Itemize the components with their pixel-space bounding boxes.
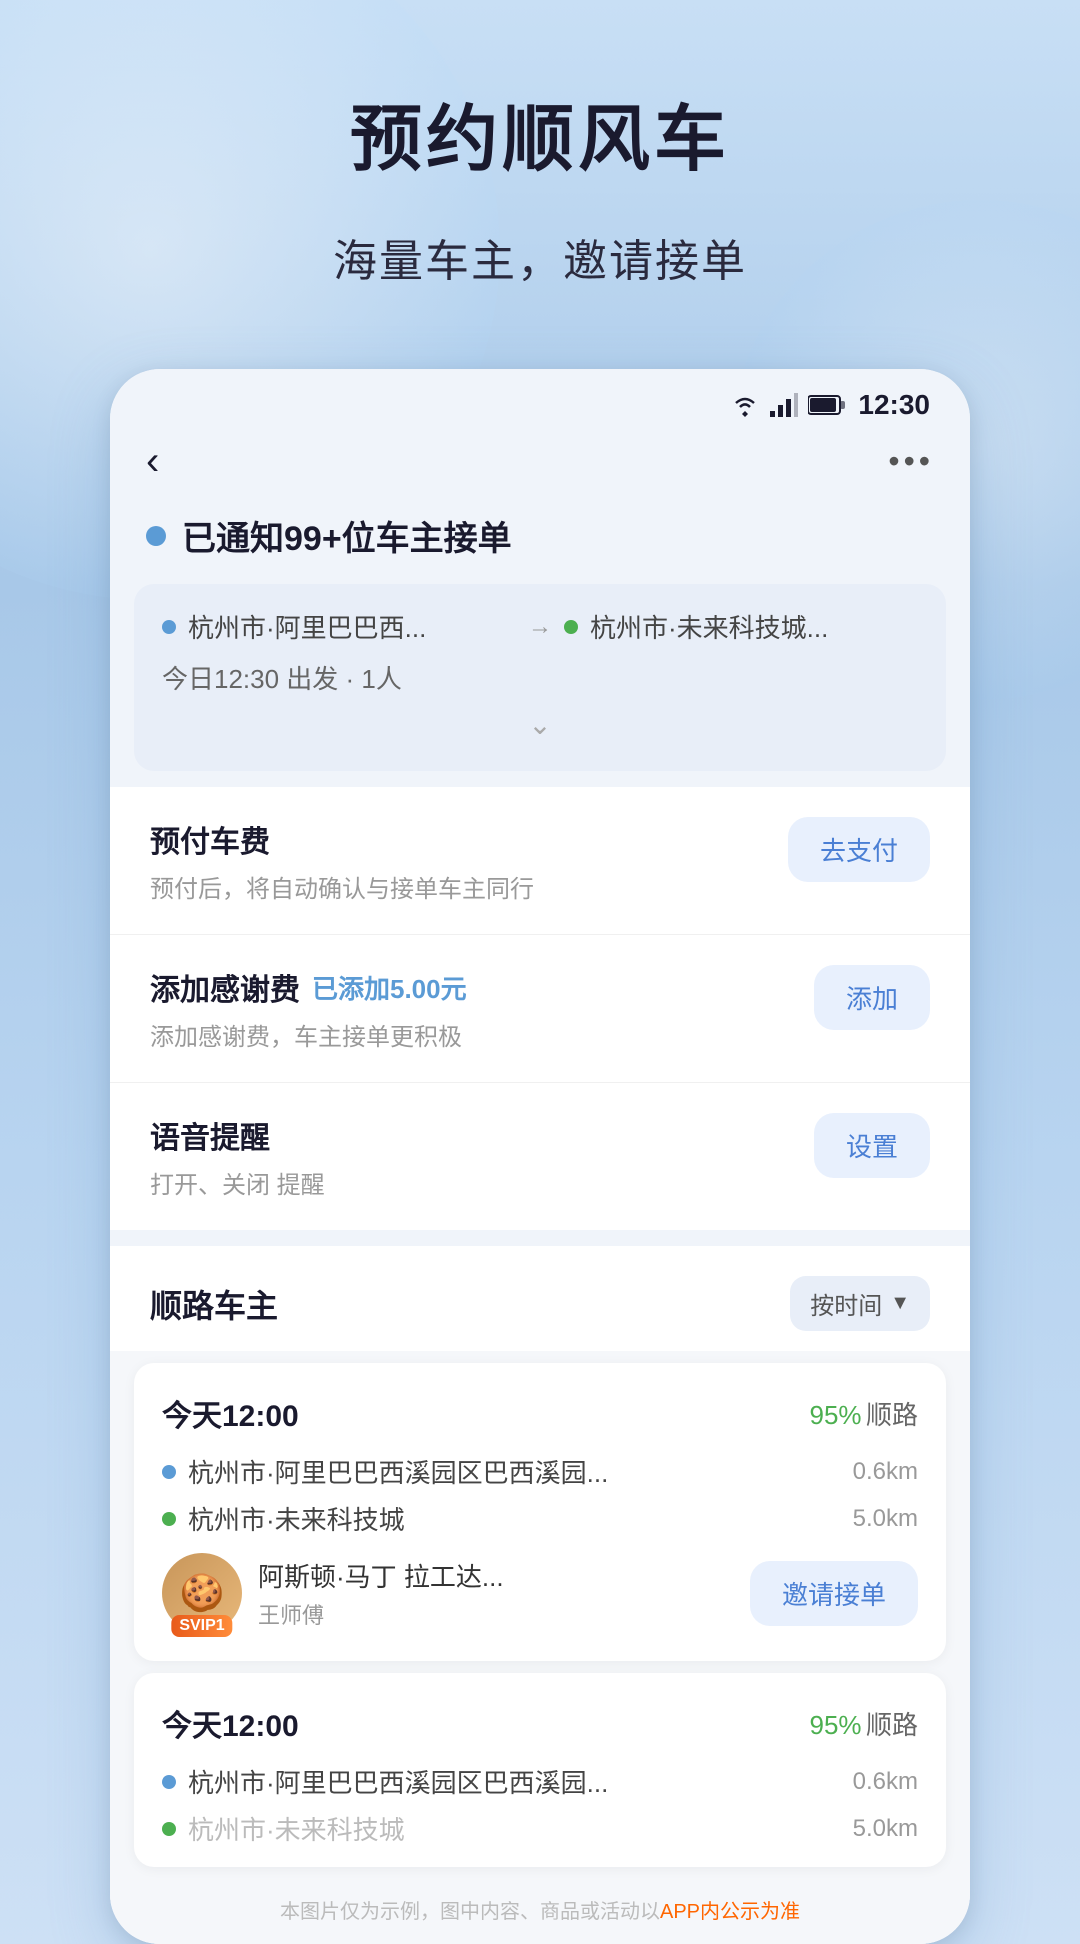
- invite-button-1[interactable]: 邀请接单: [750, 1561, 918, 1626]
- page-header: 预约顺风车 海量车主，邀请接单: [333, 80, 747, 289]
- driver-1-name: 阿斯顿·马丁 拉工达...: [258, 1557, 504, 1594]
- driver-2-pct: 95%: [809, 1710, 861, 1740]
- driver-1-info-row: 🍪 SVIP1 阿斯顿·马丁 拉工达... 王师傅 邀请接单: [162, 1553, 918, 1633]
- route-departure-info: 今日12:30 出发 · 1人: [162, 659, 402, 696]
- driver-2-to: 杭州市·未来科技城: [188, 1810, 841, 1847]
- drivers-section: 顺路车主 按时间 ▼ 今天12:00 95% 顺路 杭州市·阿里巴巴西溪园区巴西…: [110, 1246, 970, 1944]
- driver-2-from: 杭州市·阿里巴巴西溪园区巴西溪园...: [188, 1763, 841, 1800]
- voice-button[interactable]: 设置: [814, 1113, 930, 1178]
- prepay-left: 预付车费 预付后，将自动确认与接单车主同行: [150, 817, 788, 904]
- content-area: 预付车费 预付后，将自动确认与接单车主同行 去支付 添加感谢费 已添加5.00元…: [110, 787, 970, 1230]
- driver-2-to-row: 杭州市·未来科技城 5.0km: [162, 1810, 918, 1847]
- voice-row: 语音提醒 打开、关闭 提醒 设置: [110, 1083, 970, 1230]
- status-icons: [730, 393, 846, 417]
- prepay-subtitle: 预付后，将自动确认与接单车主同行: [150, 869, 788, 904]
- sort-label: 按时间: [810, 1286, 882, 1321]
- driver-1-from: 杭州市·阿里巴巴西溪园区巴西溪园...: [188, 1453, 841, 1490]
- driver-2-to-distance: 5.0km: [853, 1815, 918, 1843]
- driver-card-2-header: 今天12:00 95% 顺路: [162, 1701, 918, 1745]
- status-bar: 12:30: [110, 369, 970, 431]
- tip-added-text: 已添加5.00元: [312, 969, 467, 1006]
- drivers-header: 顺路车主 按时间 ▼: [110, 1246, 970, 1351]
- route-info-row: 今日12:30 出发 · 1人: [162, 659, 918, 696]
- signal-icon: [770, 393, 798, 417]
- prepay-title: 预付车费: [150, 817, 788, 861]
- driver-2-to-dot: [162, 1822, 176, 1836]
- driver-1-svip-badge: SVIP1: [171, 1615, 232, 1637]
- notify-dot: [146, 526, 166, 546]
- route-card: 杭州市·阿里巴巴西... → 杭州市·未来科技城... 今日12:30 出发 ·…: [134, 584, 946, 771]
- voice-subtitle: 打开、关闭 提醒: [150, 1165, 814, 1200]
- driver-1-from-distance: 0.6km: [853, 1458, 918, 1486]
- driver-1-name-area: 阿斯顿·马丁 拉工达... 王师傅: [258, 1557, 504, 1630]
- route-expand[interactable]: ⌄: [162, 708, 918, 741]
- tip-row: 添加感谢费 已添加5.00元 添加感谢费，车主接单更积极 添加: [110, 935, 970, 1083]
- driver-1-to-row: 杭州市·未来科技城 5.0km: [162, 1500, 918, 1537]
- page-title: 预约顺风车: [333, 80, 747, 185]
- route-to-location: 杭州市·未来科技城...: [590, 608, 918, 645]
- driver-2-from-distance: 0.6km: [853, 1768, 918, 1796]
- voice-left: 语音提醒 打开、关闭 提醒: [150, 1113, 814, 1200]
- tip-title: 添加感谢费 已添加5.00元: [150, 965, 814, 1009]
- footer-disclaimer: 本图片仅为示例，图中内容、商品或活动以APP内公示为准: [110, 1879, 970, 1944]
- driver-2-from-row: 杭州市·阿里巴巴西溪园区巴西溪园... 0.6km: [162, 1763, 918, 1800]
- sort-arrow-icon: ▼: [890, 1292, 910, 1315]
- voice-title: 语音提醒: [150, 1113, 814, 1157]
- notification-text: 已通知99+位车主接单: [182, 511, 512, 560]
- driver-card-1: 今天12:00 95% 顺路 杭州市·阿里巴巴西溪园区巴西溪园... 0.6km…: [134, 1363, 946, 1661]
- driver-2-from-dot: [162, 1775, 176, 1789]
- route-arrow-icon: →: [528, 613, 552, 641]
- driver-1-avatar-area: 🍪 SVIP1 阿斯顿·马丁 拉工达... 王师傅: [162, 1553, 504, 1633]
- driver-1-time: 今天12:00: [162, 1391, 299, 1435]
- driver-1-from-dot: [162, 1465, 176, 1479]
- driver-2-route-label: 顺路: [866, 1710, 918, 1740]
- drivers-title: 顺路车主: [150, 1281, 278, 1327]
- driver-1-role: 王师傅: [258, 1598, 504, 1630]
- route-from-dot: [162, 620, 176, 634]
- driver-1-to-distance: 5.0km: [853, 1505, 918, 1533]
- route-from-location: 杭州市·阿里巴巴西...: [188, 608, 516, 645]
- driver-1-to: 杭州市·未来科技城: [188, 1500, 841, 1537]
- prepay-button[interactable]: 去支付: [788, 817, 930, 882]
- notification-row: 已通知99+位车主接单: [110, 491, 970, 584]
- driver-card-2: 今天12:00 95% 顺路 杭州市·阿里巴巴西溪园区巴西溪园... 0.6km…: [134, 1673, 946, 1867]
- tip-left: 添加感谢费 已添加5.00元 添加感谢费，车主接单更积极: [150, 965, 814, 1052]
- tip-button[interactable]: 添加: [814, 965, 930, 1030]
- status-time: 12:30: [858, 389, 930, 421]
- phone-mockup: 12:30 ‹ ••• 已通知99+位车主接单 杭州市·阿里巴巴西... → 杭…: [110, 369, 970, 1944]
- driver-2-time: 今天12:00: [162, 1701, 299, 1745]
- back-button[interactable]: ‹: [146, 441, 159, 481]
- driver-1-avatar-container: 🍪 SVIP1: [162, 1553, 242, 1633]
- wifi-icon: [730, 393, 760, 417]
- expand-arrow-icon: ⌄: [528, 708, 551, 741]
- driver-1-pct: 95%: [809, 1400, 861, 1430]
- driver-1-from-row: 杭州市·阿里巴巴西溪园区巴西溪园... 0.6km: [162, 1453, 918, 1490]
- driver-2-route-info: 95% 顺路: [809, 1705, 918, 1742]
- more-button[interactable]: •••: [888, 443, 934, 480]
- tip-subtitle: 添加感谢费，车主接单更积极: [150, 1017, 814, 1052]
- sort-button[interactable]: 按时间 ▼: [790, 1276, 930, 1331]
- route-from-row: 杭州市·阿里巴巴西... → 杭州市·未来科技城...: [162, 608, 918, 645]
- prepay-row: 预付车费 预付后，将自动确认与接单车主同行 去支付: [110, 787, 970, 935]
- nav-bar: ‹ •••: [110, 431, 970, 491]
- driver-1-to-dot: [162, 1512, 176, 1526]
- driver-card-1-header: 今天12:00 95% 顺路: [162, 1391, 918, 1435]
- battery-icon: [808, 394, 846, 416]
- driver-1-route-info: 95% 顺路: [809, 1395, 918, 1432]
- driver-1-route-label: 顺路: [866, 1400, 918, 1430]
- route-to-dot: [564, 620, 578, 634]
- page-subtitle: 海量车主，邀请接单: [333, 225, 747, 289]
